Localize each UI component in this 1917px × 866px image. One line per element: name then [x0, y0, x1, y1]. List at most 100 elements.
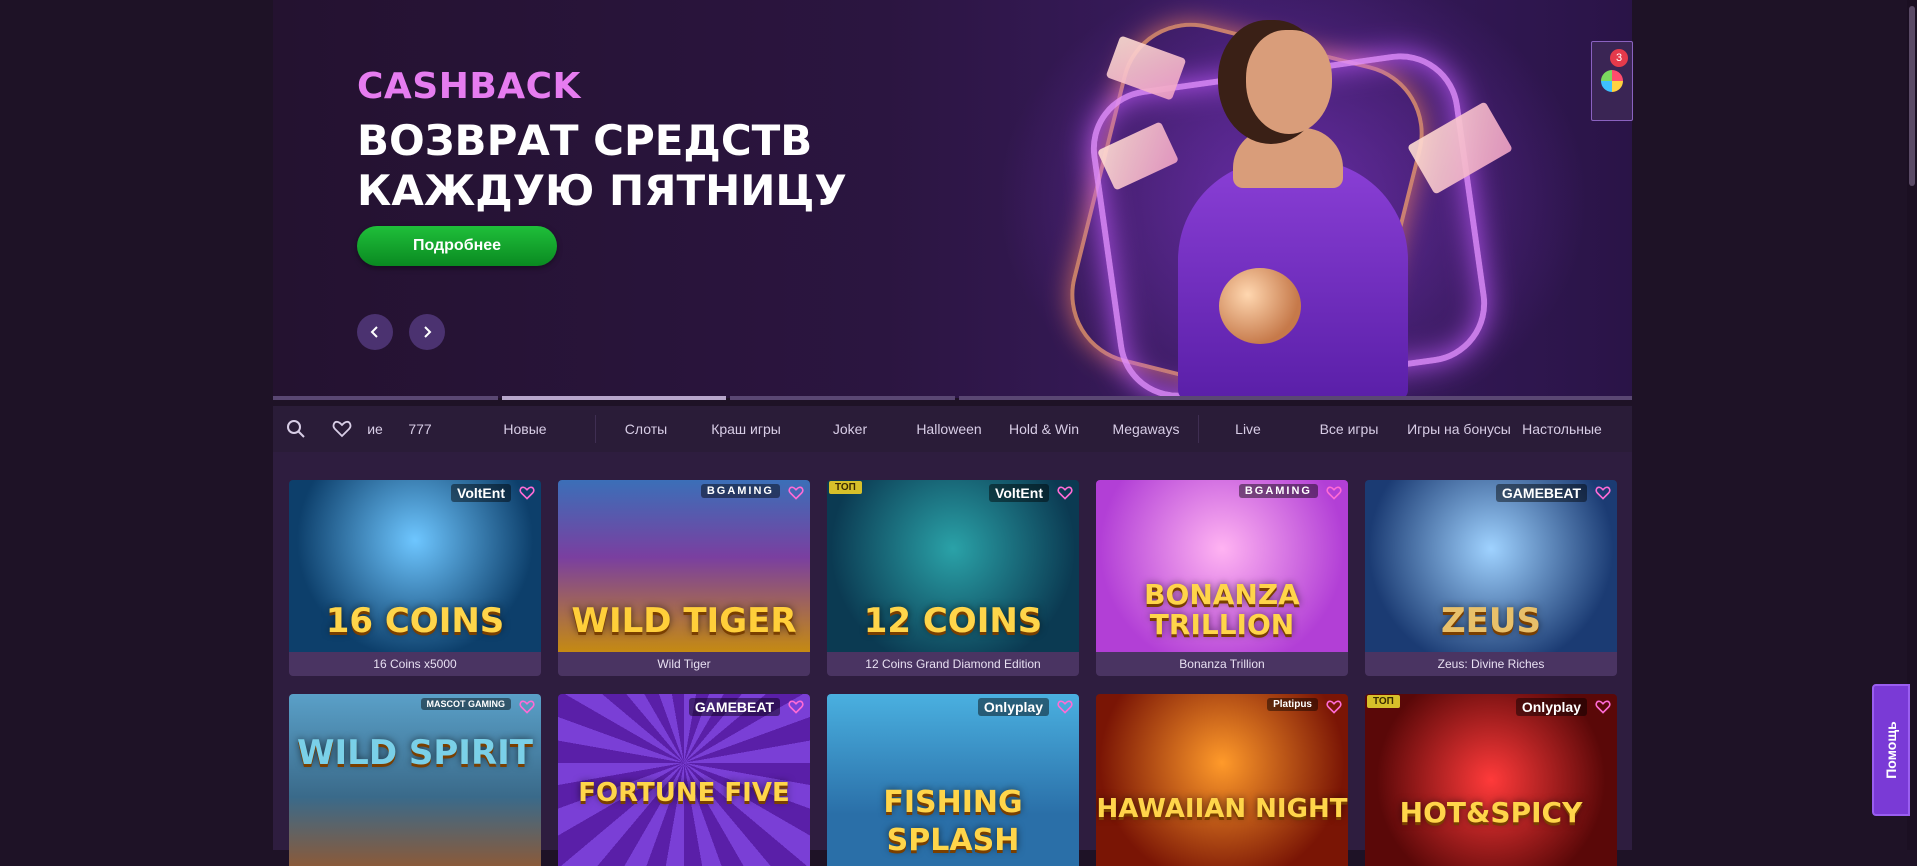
heart-icon	[1595, 700, 1611, 714]
piggy-bank-image	[1219, 268, 1301, 344]
provider-label: GAMEBEAT	[1495, 484, 1587, 502]
promo-banner[interactable]: CASHBACK ВОЗВРАТ СРЕДСТВ КАЖДУЮ ПЯТНИЦУ …	[273, 0, 1632, 398]
game-thumbnail[interactable]: WILD TIGER BGAMING	[558, 480, 810, 652]
banner-next-button[interactable]	[409, 314, 445, 350]
favorite-button[interactable]	[1055, 697, 1075, 717]
nav-item-joker[interactable]: Joker	[796, 421, 904, 437]
nav-item-partial[interactable]: ие	[365, 421, 385, 437]
nav-item-table[interactable]: Настольные	[1517, 421, 1607, 437]
game-card[interactable]: HAWAIIAN NIGHT Platipus	[1096, 694, 1348, 866]
nav-item-crash[interactable]: Краш игры	[696, 421, 796, 437]
banner-progress-segment[interactable]	[273, 396, 498, 400]
nav-item-777[interactable]: 777	[385, 421, 455, 437]
banner-progress-segment-active[interactable]	[501, 396, 726, 400]
game-art-title: FORTUNE FIVE	[578, 778, 790, 808]
help-label: Помощь	[1883, 721, 1900, 779]
heart-icon	[1057, 486, 1073, 500]
provider-label: VoltEnt	[451, 484, 511, 502]
favorite-button[interactable]	[517, 697, 537, 717]
nav-item-live[interactable]: Live	[1199, 421, 1297, 437]
search-icon	[287, 420, 305, 438]
game-card[interactable]: 16 COINS VoltEnt 16 Coins x5000	[289, 480, 541, 676]
game-art-title: HOT&SPICY	[1399, 796, 1583, 829]
game-title[interactable]: 12 Coins Grand Diamond Edition	[827, 652, 1079, 676]
game-thumbnail[interactable]: FORTUNE FIVE GAMEBEAT	[558, 694, 810, 866]
game-thumbnail[interactable]: HOT&SPICY ТОП Onlyplay	[1365, 694, 1617, 866]
game-thumbnail[interactable]: ZEUS GAMEBEAT	[1365, 480, 1617, 652]
notification-count-badge: 3	[1610, 49, 1628, 67]
banner-prev-button[interactable]	[357, 314, 393, 350]
game-title[interactable]: Zeus: Divine Riches	[1365, 652, 1617, 676]
game-title[interactable]: Bonanza Trillion	[1096, 652, 1348, 676]
game-card[interactable]: FISHING SPLASH Onlyplay	[827, 694, 1079, 866]
game-card[interactable]: WILD TIGER BGAMING Wild Tiger	[558, 480, 810, 676]
banner-progress-segment[interactable]	[958, 396, 1632, 400]
game-card[interactable]: BONANZA TRILLION BGAMING Bonanza Trillio…	[1096, 480, 1348, 676]
game-art-title: BONANZA TRILLION	[1144, 578, 1300, 641]
favorite-button[interactable]	[1324, 483, 1344, 503]
game-thumbnail[interactable]: FISHING SPLASH Onlyplay	[827, 694, 1079, 866]
provider-label: GAMEBEAT	[688, 698, 780, 716]
banner-progress-segment[interactable]	[730, 396, 955, 400]
provider-label: Onlyplay	[977, 698, 1049, 716]
nav-item-all-games[interactable]: Все игры	[1297, 421, 1401, 437]
nav-item-hold-win[interactable]: Hold & Win	[994, 421, 1094, 437]
favorite-button[interactable]	[517, 483, 537, 503]
game-card[interactable]: WILD SPIRIT MASCOT GAMING	[289, 694, 541, 866]
chevron-left-icon	[370, 326, 378, 338]
game-thumbnail[interactable]: WILD SPIRIT MASCOT GAMING	[289, 694, 541, 866]
nav-item-slots[interactable]: Слоты	[596, 421, 696, 437]
nav-item-bonus-games[interactable]: Игры на бонусы	[1401, 421, 1517, 437]
game-card[interactable]: FORTUNE FIVE GAMEBEAT	[558, 694, 810, 866]
chevron-right-icon	[424, 326, 432, 338]
main-content: CASHBACK ВОЗВРАТ СРЕДСТВ КАЖДУЮ ПЯТНИЦУ …	[273, 0, 1632, 866]
banner-kicker: CASHBACK	[357, 66, 581, 107]
provider-label: VoltEnt	[989, 484, 1049, 502]
game-art-title: 12 COINS	[863, 601, 1043, 641]
game-title[interactable]: Wild Tiger	[558, 652, 810, 676]
heart-icon	[788, 486, 804, 500]
provider-label: Onlyplay	[1515, 698, 1587, 716]
heart-icon	[332, 420, 352, 438]
favorite-button[interactable]	[1593, 483, 1613, 503]
game-art-title: HAWAIIAN NIGHT	[1096, 794, 1348, 824]
nav-item-new[interactable]: Новые	[455, 421, 595, 437]
favorite-button[interactable]	[1055, 483, 1075, 503]
game-art-title: 16 COINS	[325, 601, 505, 641]
favorite-button[interactable]	[786, 483, 806, 503]
banner-details-button[interactable]: Подробнее	[357, 226, 557, 266]
heart-icon	[519, 486, 535, 500]
wheel-icon	[1601, 70, 1623, 92]
game-thumbnail[interactable]: 12 COINS ТОП VoltEnt	[827, 480, 1079, 652]
game-art-title: WILD TIGER	[571, 601, 797, 641]
favorites-button[interactable]	[319, 406, 365, 452]
nav-item-halloween[interactable]: Halloween	[904, 421, 994, 437]
game-card[interactable]: 12 COINS ТОП VoltEnt 12 Coins Grand Diam…	[827, 480, 1079, 676]
games-grid: 16 COINS VoltEnt 16 Coins x5000 WILD TIG…	[273, 452, 1632, 866]
favorite-button[interactable]	[786, 697, 806, 717]
game-card[interactable]: ZEUS GAMEBEAT Zeus: Divine Riches	[1365, 480, 1617, 676]
notifications-widget[interactable]: 3	[1591, 41, 1633, 121]
banner-title: ВОЗВРАТ СРЕДСТВ КАЖДУЮ ПЯТНИЦУ	[357, 116, 957, 216]
scrollbar-thumb[interactable]	[1909, 6, 1915, 186]
heart-icon	[1326, 700, 1342, 714]
heart-icon	[788, 700, 804, 714]
favorite-button[interactable]	[1593, 697, 1613, 717]
search-button[interactable]	[273, 406, 319, 452]
favorite-button[interactable]	[1324, 697, 1344, 717]
game-title[interactable]: 16 Coins x5000	[289, 652, 541, 676]
game-thumbnail[interactable]: BONANZA TRILLION BGAMING	[1096, 480, 1348, 652]
top-badge: ТОП	[829, 481, 862, 494]
banner-model-image	[1246, 30, 1332, 134]
heart-icon	[1057, 700, 1073, 714]
game-art-title: ZEUS	[1441, 601, 1541, 641]
game-thumbnail[interactable]: HAWAIIAN NIGHT Platipus	[1096, 694, 1348, 866]
nav-item-megaways[interactable]: Megaways	[1094, 421, 1198, 437]
banner-title-line2: КАЖДУЮ ПЯТНИЦУ	[357, 166, 847, 215]
game-art-title: FISHING SPLASH	[883, 785, 1023, 858]
game-thumbnail[interactable]: 16 COINS VoltEnt	[289, 480, 541, 652]
category-nav: ие 777 Новые Слоты Краш игры Joker Hallo…	[273, 406, 1632, 452]
banner-model-image	[1178, 160, 1408, 398]
help-button[interactable]: Помощь	[1872, 684, 1910, 816]
game-card[interactable]: HOT&SPICY ТОП Onlyplay	[1365, 694, 1617, 866]
